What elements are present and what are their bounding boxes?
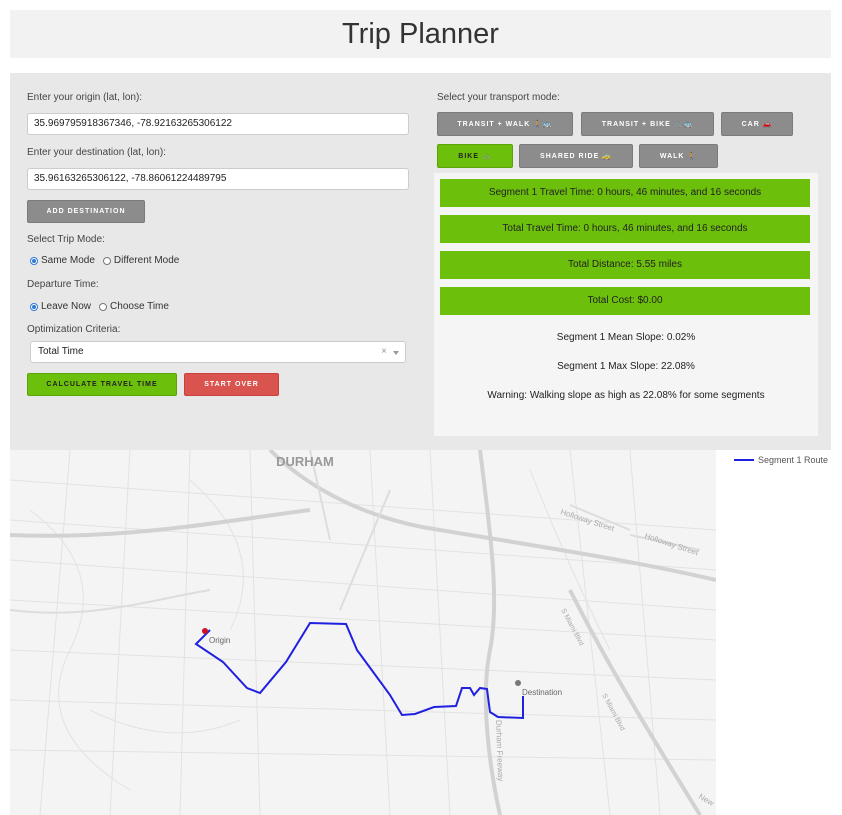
destination-label: Destination [522,688,562,697]
route-map[interactable]: DURHAM Holloway Street Holloway Street S… [10,450,716,815]
destination-input[interactable]: 35.96163265306122, -78.86061224489795 [27,168,409,190]
total-distance: Total Distance: 5.55 miles [440,251,810,279]
legend-route-label: Segment 1 Route [758,455,829,465]
destination-marker[interactable] [515,680,521,686]
calculate-travel-time-button[interactable]: CALCULATE TRAVEL TIME [27,373,177,396]
map-canvas: DURHAM Holloway Street Holloway Street S… [10,450,716,815]
map-streets [10,450,716,815]
max-slope: Segment 1 Max Slope: 22.08% [557,361,695,372]
trip-mode-label: Select Trip Mode: [27,234,105,245]
page-title: Trip Planner [342,18,499,50]
segment-1-route [194,621,524,720]
mode-walk-button[interactable]: WALK 🚶 [639,144,718,168]
add-destination-button[interactable]: ADD DESTINATION [27,200,145,223]
map-label-miami-2: S Miami Blvd [600,693,625,732]
same-mode-label: Same Mode [41,255,95,266]
total-travel-time: Total Travel Time: 0 hours, 46 minutes, … [440,215,810,243]
same-mode-radio[interactable] [30,256,38,265]
choose-time-label: Choose Time [110,301,169,312]
map-label-freeway: Durham Freeway [494,720,505,782]
header: Trip Planner [10,10,831,58]
destination-label: Enter your destination (lat, lon): [27,147,166,158]
mean-slope: Segment 1 Mean Slope: 0.02% [556,332,696,343]
different-mode-radio[interactable] [102,256,111,265]
origin-label: Origin [209,636,230,645]
start-over-button[interactable]: START OVER [184,373,279,396]
departure-label: Departure Time: [27,279,99,290]
route-swatch-icon [734,459,754,461]
origin-marker[interactable] [202,628,208,634]
slope-warning: Warning: Walking slope as high as 22.08%… [487,390,765,401]
mode-bike-button[interactable]: BIKE 🚲 [437,144,513,168]
leave-now-radio[interactable] [30,302,38,311]
origin-input[interactable]: 35.969795918367346, -78.92163265306122 [27,113,409,135]
results-panel: Segment 1 Travel Time: 0 hours, 46 minut… [434,173,818,436]
leave-now-label: Leave Now [41,301,92,312]
transport-mode-label: Select your transport mode: [437,92,560,103]
map-label-holloway-2: Holloway Street [643,531,700,557]
optimization-label: Optimization Criteria: [27,324,121,335]
map-legend[interactable]: Segment 1 Route [734,455,828,465]
mode-car-button[interactable]: CAR 🚗 [721,112,793,136]
different-mode-label: Different Mode [113,255,180,266]
mode-transit-bike-button[interactable]: TRANSIT + BIKE 🚲🚌 [581,112,714,136]
control-panel: Enter your origin (lat, lon): 35.9697959… [10,73,831,450]
optimization-select[interactable]: Total Time × [30,341,406,363]
departure-group: Leave Now Choose Time [30,301,177,312]
optimization-value: Total Time [38,346,84,357]
chevron-down-icon[interactable] [393,351,399,355]
clear-icon[interactable]: × [381,342,387,362]
total-cost: Total Cost: $0.00 [440,287,810,315]
map-label-durham: DURHAM [276,454,334,469]
mode-transit-walk-button[interactable]: TRANSIT + WALK 🚶🚌 [437,112,573,136]
segment-travel-time: Segment 1 Travel Time: 0 hours, 46 minut… [440,179,810,207]
choose-time-radio[interactable] [99,302,108,311]
trip-mode-group: Same Mode Different Mode [30,255,187,266]
map-label-new: New [697,792,716,808]
mode-shared-ride-button[interactable]: SHARED RIDE 🚕 [519,144,633,168]
origin-label: Enter your origin (lat, lon): [27,92,143,103]
map-secondary-roads [10,450,701,614]
